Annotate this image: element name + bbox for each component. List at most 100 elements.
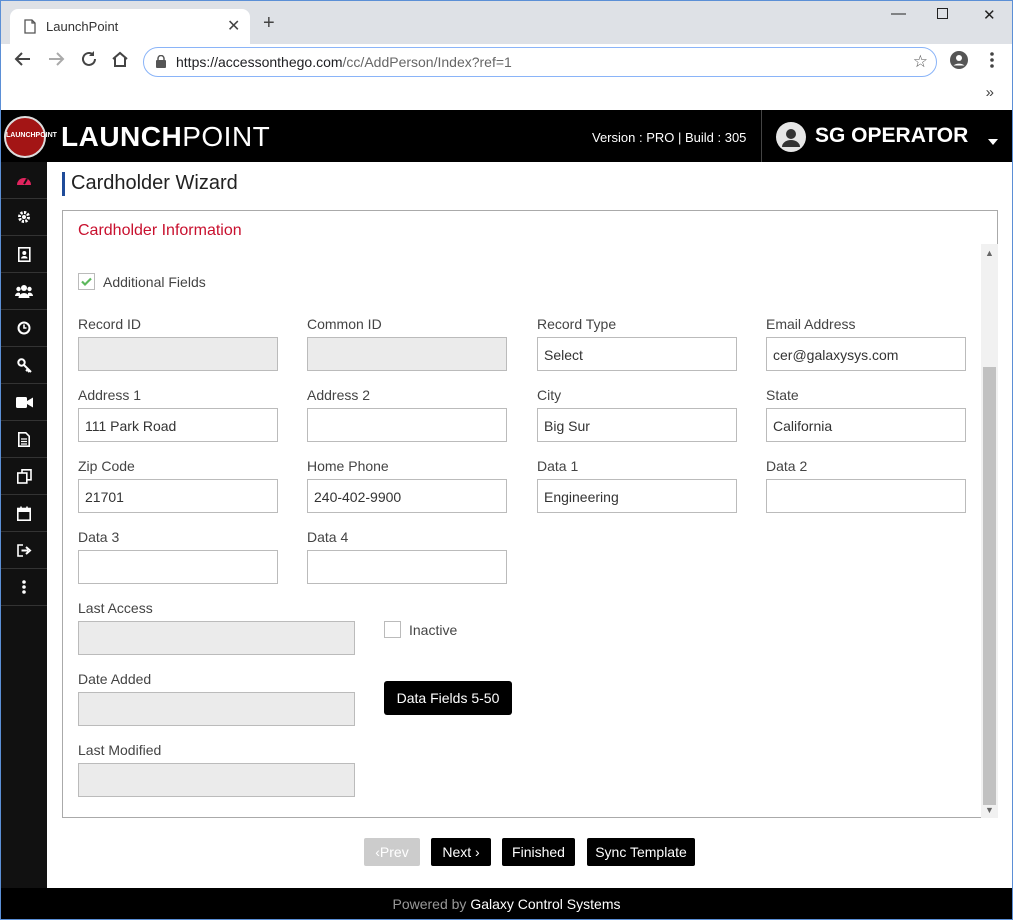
back-icon[interactable] xyxy=(11,50,35,74)
gear-icon xyxy=(18,211,30,223)
data-fields-button[interactable]: Data Fields 5-50 xyxy=(384,681,512,715)
reload-icon[interactable] xyxy=(77,50,101,74)
tab-strip: LaunchPoint ✕ + — ✕ xyxy=(1,1,1012,44)
browser-toolbar: https://accessonthego.com/cc/AddPerson/I… xyxy=(1,44,1012,80)
record-id-field[interactable] xyxy=(78,337,278,371)
sidebar-item-settings[interactable] xyxy=(1,199,47,236)
document-icon xyxy=(24,19,36,34)
address1-field[interactable]: 111 Park Road xyxy=(78,408,278,442)
sidebar-item-calendar[interactable] xyxy=(1,495,47,532)
page-title: Cardholder Wizard xyxy=(62,172,238,196)
sidebar-item-copy[interactable] xyxy=(1,458,47,495)
finished-button[interactable]: Finished xyxy=(502,838,575,866)
sidebar-item-more[interactable] xyxy=(1,569,47,606)
close-tab-icon[interactable]: ✕ xyxy=(227,16,240,36)
contact-card-icon xyxy=(17,246,31,262)
forward-icon[interactable] xyxy=(44,50,68,74)
browser-tab[interactable]: LaunchPoint ✕ xyxy=(10,9,250,44)
sidebar-item-reports[interactable] xyxy=(1,421,47,458)
prev-button[interactable]: ‹Prev xyxy=(364,838,420,866)
sidebar-item-groups[interactable] xyxy=(1,273,47,310)
data3-label: Data 3 xyxy=(78,529,120,545)
date-added-label: Date Added xyxy=(78,671,152,687)
lock-icon xyxy=(156,55,166,68)
inactive-label: Inactive xyxy=(409,622,458,638)
more-vertical-icon xyxy=(22,580,26,594)
app-logo[interactable]: LAUNCHPOINT xyxy=(4,116,57,158)
sidebar-item-logout[interactable] xyxy=(1,532,47,569)
data2-label: Data 2 xyxy=(766,458,808,474)
common-id-field[interactable] xyxy=(307,337,507,371)
last-access-field[interactable] xyxy=(78,621,355,655)
bookmark-star-icon[interactable]: ☆ xyxy=(913,52,928,72)
data4-field[interactable] xyxy=(307,550,507,584)
checkmark-icon xyxy=(81,277,92,287)
version-info: Version : PRO | Build : 305 xyxy=(592,130,747,145)
exit-icon xyxy=(16,543,32,557)
address1-label: Address 1 xyxy=(78,387,142,403)
scroll-down-icon[interactable]: ▼ xyxy=(985,805,994,815)
data4-label: Data 4 xyxy=(307,529,349,545)
state-label: State xyxy=(766,387,799,403)
email-label: Email Address xyxy=(766,316,856,332)
last-modified-label: Last Modified xyxy=(78,742,162,758)
browser-window: LaunchPoint ✕ + — ✕ https://accessontheg… xyxy=(0,0,1013,920)
next-button[interactable]: Next › xyxy=(431,838,491,866)
zip-label: Zip Code xyxy=(78,458,135,474)
home-icon[interactable] xyxy=(108,50,132,74)
profile-icon[interactable] xyxy=(947,50,971,74)
sidebar-item-access[interactable] xyxy=(1,347,47,384)
data1-field[interactable]: Engineering xyxy=(537,479,737,513)
menu-icon[interactable] xyxy=(980,52,1004,76)
window-close-icon[interactable]: ✕ xyxy=(983,6,996,24)
minimize-icon[interactable]: — xyxy=(891,5,906,22)
chevron-down-icon[interactable] xyxy=(988,132,998,150)
inactive-checkbox[interactable] xyxy=(384,621,401,638)
dashboard-icon xyxy=(17,178,31,185)
footer: Powered by Galaxy Control Systems xyxy=(1,888,1012,919)
avatar xyxy=(776,122,806,152)
cardholder-info-panel: Cardholder Information ▲ ▼ Additional Fi… xyxy=(62,210,998,818)
sidebar-item-schedules[interactable] xyxy=(1,310,47,347)
record-type-label: Record Type xyxy=(537,316,617,332)
video-icon xyxy=(15,396,33,408)
state-field[interactable]: California xyxy=(766,408,966,442)
last-modified-field[interactable] xyxy=(78,763,355,797)
email-field[interactable]: cer@galaxysys.com xyxy=(766,337,966,371)
record-type-select[interactable]: Select xyxy=(537,337,737,371)
sidebar-item-dashboard[interactable] xyxy=(1,162,47,199)
data2-field[interactable] xyxy=(766,479,966,513)
sidebar xyxy=(1,162,47,888)
additional-fields-checkbox[interactable] xyxy=(78,273,95,290)
zip-field[interactable]: 21701 xyxy=(78,479,278,513)
key-icon xyxy=(16,357,32,373)
panel-scrollbar[interactable]: ▲ ▼ xyxy=(981,244,998,818)
sidebar-item-video[interactable] xyxy=(1,384,47,421)
data3-field[interactable] xyxy=(78,550,278,584)
city-label: City xyxy=(537,387,562,403)
bookmarks-more-button[interactable]: » xyxy=(986,84,994,101)
last-access-label: Last Access xyxy=(78,600,153,616)
app-header: LAUNCHPOINT LAUNCHPOINT Version : PRO | … xyxy=(1,110,1012,162)
scroll-thumb[interactable] xyxy=(983,367,996,805)
address2-field[interactable] xyxy=(307,408,507,442)
maximize-icon[interactable] xyxy=(937,7,949,24)
calendar-icon xyxy=(17,506,31,521)
record-id-label: Record ID xyxy=(78,316,142,332)
document-icon xyxy=(18,431,30,447)
header-divider xyxy=(761,110,762,162)
clock-icon xyxy=(17,321,31,335)
new-tab-button[interactable]: + xyxy=(263,12,275,35)
sidebar-item-cardholders[interactable] xyxy=(1,236,47,273)
city-field[interactable]: Big Sur xyxy=(537,408,737,442)
home-phone-field[interactable]: 240-402-9900 xyxy=(307,479,507,513)
address2-label: Address 2 xyxy=(307,387,371,403)
scroll-up-icon[interactable]: ▲ xyxy=(985,248,994,258)
footer-company[interactable]: Galaxy Control Systems xyxy=(470,896,620,912)
tab-title: LaunchPoint xyxy=(46,19,119,34)
date-added-field[interactable] xyxy=(78,692,355,726)
sync-template-button[interactable]: Sync Template xyxy=(587,838,695,866)
address-bar[interactable]: https://accessonthego.com/cc/AddPerson/I… xyxy=(143,47,937,77)
panel-title: Cardholder Information xyxy=(78,222,242,239)
common-id-label: Common ID xyxy=(307,316,382,332)
